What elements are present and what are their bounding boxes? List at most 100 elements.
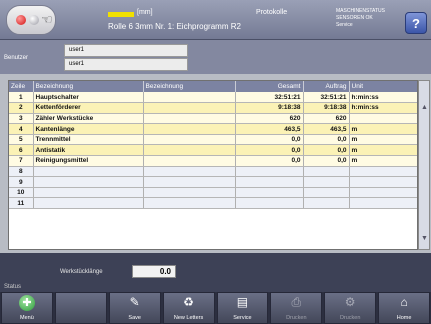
table-cell: 463,5 <box>235 123 304 135</box>
save-button[interactable]: ✎ Save <box>108 292 161 324</box>
table-cell: Hauptschalter <box>33 92 144 104</box>
table-cell <box>143 176 236 188</box>
table-row[interactable]: 8 <box>9 166 417 178</box>
table-cell: h:min:ss <box>349 102 417 114</box>
status-lamp: ☜ <box>6 5 56 35</box>
print-icon: ⎙ <box>291 295 302 309</box>
table-cell: Reinigungsmittel <box>33 155 144 167</box>
status-line: MASCHINENSTATUS <box>336 8 385 14</box>
table-cell <box>349 187 417 199</box>
table-row[interactable]: 3 Zähler Werkstücke 620 620 <box>9 113 417 125</box>
table-cell <box>303 197 350 210</box>
new-letters-icon: ♻ <box>183 295 194 309</box>
table-cell <box>143 134 236 146</box>
blank-button[interactable] <box>54 292 107 324</box>
table-cell: 0,0 <box>235 144 304 157</box>
save-label: Save <box>128 315 141 321</box>
table-cell: 1 <box>9 92 34 104</box>
scroll-up-icon[interactable]: ▲ <box>420 103 429 113</box>
table-cell: 9:18:38 <box>235 102 304 114</box>
column-header-unit[interactable]: Unit <box>349 81 417 92</box>
table-cell: 0,0 <box>303 144 350 157</box>
table-cell: Trennmittel <box>33 134 144 146</box>
scroll-down-icon[interactable]: ▼ <box>420 234 429 244</box>
table-cell <box>33 166 144 178</box>
home-button[interactable]: ⌂ Home <box>378 292 430 324</box>
service-label: Service <box>233 315 252 321</box>
page-title: Protokolle <box>256 9 288 16</box>
user-field[interactable]: user1 <box>64 58 188 71</box>
table-cell <box>143 197 236 210</box>
service-icon: ▤ <box>236 295 249 309</box>
table-cell: 620 <box>235 113 304 125</box>
home-icon: ⌂ <box>400 295 408 309</box>
table-cell <box>303 176 350 188</box>
table-cell: h:min:ss <box>349 92 417 104</box>
status-area: Werkstücklänge 0.0 Status <box>0 253 431 292</box>
home-label: Home <box>396 315 412 321</box>
table-cell: 32:51:21 <box>235 92 304 104</box>
table-cell: 0,0 <box>303 155 350 167</box>
column-header-bezeichnung[interactable]: Bezeichnung <box>33 81 144 92</box>
table-cell <box>235 197 304 210</box>
unit-label: [mm] <box>137 9 153 16</box>
table-scrollbar[interactable]: ▲ ▼ <box>418 80 430 250</box>
table-cell <box>143 155 236 167</box>
table-row[interactable]: 9 <box>9 176 417 188</box>
help-button[interactable]: ? <box>405 12 427 34</box>
table-cell: Antistatik <box>33 144 144 157</box>
red-led-icon <box>16 15 26 25</box>
table-row[interactable]: 11 <box>9 197 417 210</box>
table-row[interactable]: 5 Trennmittel 0,0 0,0 m <box>9 134 417 146</box>
table-cell <box>235 187 304 199</box>
table-cell: 9:18:38 <box>303 102 350 114</box>
table-row[interactable]: 7 Reinigungsmittel 0,0 0,0 m <box>9 155 417 167</box>
service-button[interactable]: ▤ Service <box>216 292 269 324</box>
table-cell: 0,0 <box>235 155 304 167</box>
table-cell: 0,0 <box>303 134 350 146</box>
menu-label: Menü <box>20 315 34 321</box>
table-cell: m <box>349 134 417 146</box>
print-label: Drucken <box>286 315 307 321</box>
table-cell: 7 <box>9 155 34 167</box>
hand-icon: ☜ <box>41 12 53 27</box>
table-cell: Zähler Werkstücke <box>33 113 144 125</box>
status-label: Status <box>4 284 22 290</box>
table-cell: 32:51:21 <box>303 92 350 104</box>
table-row[interactable]: 2 Kettenförderer 9:18:38 9:18:38 h:min:ss <box>9 102 417 114</box>
table-cell <box>143 113 236 125</box>
user-field[interactable]: user1 <box>64 44 188 57</box>
column-header-auftrag[interactable]: Auftrag <box>303 81 350 92</box>
user-label: Benutzer <box>4 55 29 61</box>
print-button[interactable]: ⎙ Drucken <box>270 292 323 324</box>
column-header-zeile[interactable]: Zeile <box>9 81 34 92</box>
column-header-bezeichnung-2[interactable]: Bezeichnung <box>143 81 236 92</box>
table-row[interactable]: 10 <box>9 187 417 199</box>
length-field[interactable]: 0.0 <box>132 265 176 278</box>
status-line: SENSOREN OK <box>336 15 373 21</box>
menu-button[interactable]: ✚ Menü <box>1 292 53 324</box>
table-cell <box>143 166 236 178</box>
table-cell: 8 <box>9 166 34 178</box>
table-cell <box>303 166 350 178</box>
table-cell <box>143 123 236 135</box>
table-cell: Kantenlänge <box>33 123 144 135</box>
new-letters-label: New Letters <box>173 315 204 321</box>
table-cell <box>143 102 236 114</box>
table-row[interactable]: 4 Kantenlänge 463,5 463,5 m <box>9 123 417 135</box>
column-header-gesamt[interactable]: Gesamt <box>235 81 304 92</box>
table-cell <box>349 176 417 188</box>
table-cell <box>143 187 236 199</box>
table-cell: m <box>349 155 417 167</box>
length-label: Werkstücklänge <box>60 269 103 275</box>
table-cell <box>235 176 304 188</box>
print-settings-button[interactable]: ⚙ Drucken <box>324 292 377 324</box>
new-letters-button[interactable]: ♻ New Letters <box>162 292 215 324</box>
table-cell: 3 <box>9 113 34 125</box>
roll-info: Rolle 6 3mm Nr. 1: Eichprogramm R2 <box>108 22 241 31</box>
status-line: Service <box>336 22 353 28</box>
table-row[interactable]: 1 Hauptschalter 32:51:21 32:51:21 h:min:ss <box>9 92 417 104</box>
table-cell: 6 <box>9 144 34 157</box>
grey-led-icon <box>29 15 39 25</box>
table-row[interactable]: 6 Antistatik 0,0 0,0 m <box>9 144 417 157</box>
